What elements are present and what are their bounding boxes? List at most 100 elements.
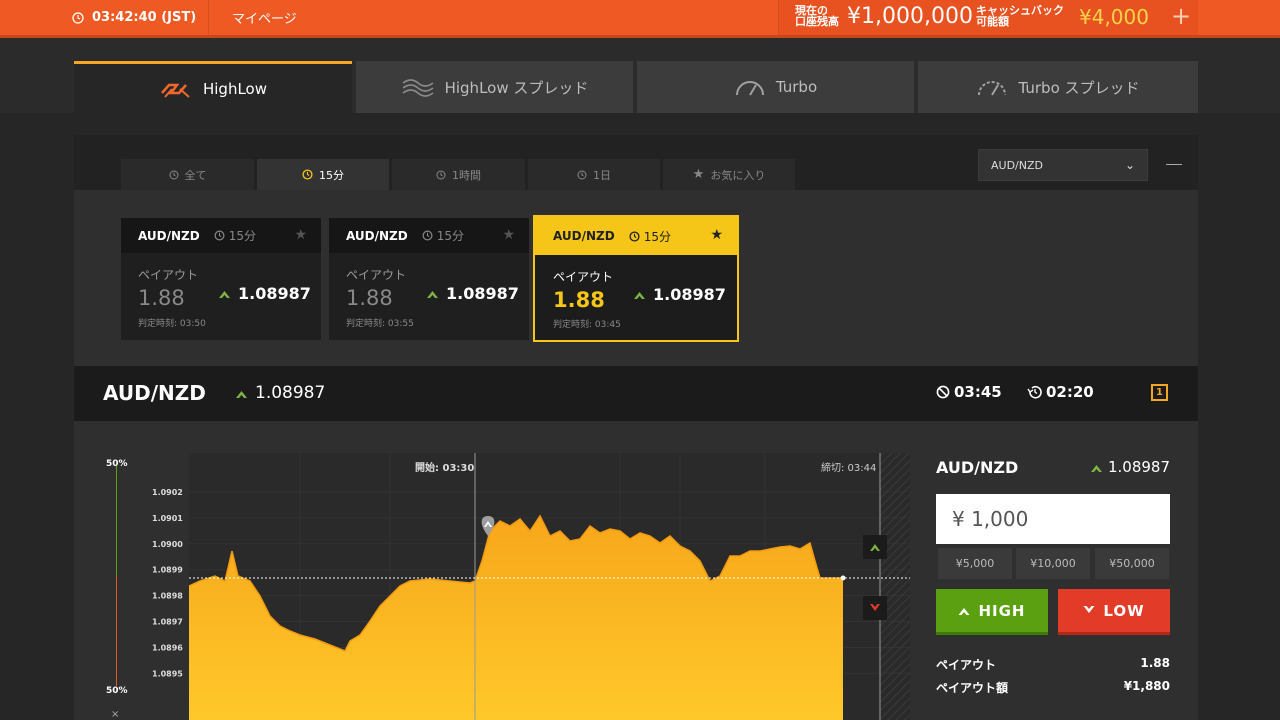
close-sentiment-icon: × xyxy=(111,709,119,720)
filter-tab-favorites[interactable]: ★ お気に入り xyxy=(663,159,795,190)
card-expiry: 判定時刻: 03:55 xyxy=(346,319,414,329)
quick-amount-10000[interactable]: ¥10,000 xyxy=(1016,548,1090,579)
filter-tab-label: 15分 xyxy=(319,168,344,182)
trade-rate: 1.08987 xyxy=(1090,458,1170,476)
up-arrow-icon xyxy=(634,292,645,299)
payout-amount-label: ペイアウト額 xyxy=(936,681,1009,695)
high-button[interactable]: HIGH xyxy=(936,589,1048,635)
current-price-dot xyxy=(840,575,846,581)
trade-pair: AUD/NZD xyxy=(936,458,1019,477)
clock-icon xyxy=(422,230,433,241)
mypage-link[interactable]: マイページ xyxy=(232,0,297,35)
clock-icon xyxy=(72,11,84,24)
investment-amount-input[interactable]: ¥ 1,000 xyxy=(936,494,1170,544)
sentiment-up-bar xyxy=(116,466,117,576)
up-arrow-icon xyxy=(1090,464,1102,472)
chevron-down-icon: ⌄ xyxy=(1124,158,1135,172)
top-bar: 03:42:40 (JST) マイページ 現在の 口座残高 ¥1,000,000 … xyxy=(0,0,1280,38)
card-expiry: 判定時刻: 03:50 xyxy=(138,319,206,329)
pair-rate: 1.08987 xyxy=(236,383,325,403)
asset-select-value: AUD/NZD xyxy=(991,158,1043,172)
clock-icon xyxy=(629,230,640,242)
account-balance-box: 現在の 口座残高 ¥1,000,000 キャッシュバック 可能額 ¥4,000 + xyxy=(778,0,1198,35)
selected-pair-bar: AUD/NZD 1.08987 03:45 02:20 1 xyxy=(74,366,1198,421)
time-remaining: 02:20 xyxy=(1027,383,1094,401)
speedometer-icon xyxy=(735,81,764,96)
tab-highlow[interactable]: HighLow xyxy=(74,61,352,113)
cashback-label: キャッシュバック 可能額 xyxy=(976,4,1064,28)
favorite-star-icon[interactable]: ★ xyxy=(502,227,515,243)
countdown-icon xyxy=(1027,385,1042,399)
y-tick-label: 1.0895 xyxy=(152,669,183,678)
favorite-star-icon[interactable]: ★ xyxy=(710,227,723,243)
tab-label: HighLow スプレッド xyxy=(444,78,589,97)
sentiment-top-label: 50% xyxy=(106,459,128,469)
asset-card[interactable]: AUD/NZD 15分 ★ ペイアウト 1.88 1.08987 判定時刻: 0… xyxy=(121,218,321,340)
asset-card[interactable]: AUD/NZD 15分 ★ ペイアウト 1.88 1.08987 判定時刻: 0… xyxy=(329,218,529,340)
tab-highlow-spread[interactable]: HighLow スプレッド xyxy=(356,61,633,113)
filter-tab-all[interactable]: 全て xyxy=(121,159,254,190)
clock-text: 03:42:40 (JST) xyxy=(92,10,197,25)
filter-tab-15min[interactable]: 15分 xyxy=(257,159,389,190)
clock-icon xyxy=(214,230,225,241)
tab-turbo-spread[interactable]: Turbo スプレッド xyxy=(918,61,1198,113)
tab-label: Turbo スプレッド xyxy=(1018,78,1140,97)
tab-label: HighLow xyxy=(202,79,267,98)
up-arrow-icon xyxy=(958,608,970,615)
card-payout: 1.88 xyxy=(553,288,605,312)
asset-card-selected[interactable]: AUD/NZD 15分 ★ ペイアウト 1.88 1.08987 判定時刻: 0… xyxy=(533,215,739,342)
quick-amount-50000[interactable]: ¥50,000 xyxy=(1095,548,1169,579)
low-button[interactable]: LOW xyxy=(1058,589,1170,635)
filter-tab-1hour[interactable]: 1時間 xyxy=(392,159,525,190)
filter-tab-label: 全て xyxy=(184,168,207,182)
y-tick-label: 1.0896 xyxy=(152,643,183,652)
cashback-value: ¥4,000 xyxy=(1079,5,1149,29)
card-rate: 1.08987 xyxy=(427,284,519,303)
y-axis-labels: 1.0902 1.0901 1.0900 1.0899 1.0898 1.0897 1.08… xyxy=(152,488,183,678)
clock-icon xyxy=(436,170,446,179)
quick-amount-5000[interactable]: ¥5,000 xyxy=(938,548,1012,579)
card-payout: 1.88 xyxy=(138,286,185,310)
card-pair: AUD/NZD xyxy=(553,229,615,243)
up-arrow-icon xyxy=(427,291,438,298)
payout-label: ペイアウト xyxy=(936,658,997,672)
no-entry-icon xyxy=(936,385,950,399)
card-rate: 1.08987 xyxy=(634,285,726,304)
y-tick-label: 1.0898 xyxy=(152,592,183,601)
card-header: AUD/NZD 15分 ★ xyxy=(121,218,321,253)
card-payout-label: ペイアウト xyxy=(346,268,407,282)
y-tick-label: 1.0899 xyxy=(152,566,183,575)
closed-zone xyxy=(880,453,910,720)
y-tick-label: 1.0901 xyxy=(152,514,183,523)
tab-turbo[interactable]: Turbo xyxy=(637,61,914,113)
clock-icon xyxy=(302,169,313,180)
payout-row: ペイアウト 1.88 xyxy=(936,656,1170,673)
up-arrow-icon xyxy=(236,390,247,398)
card-duration: 15分 xyxy=(214,227,256,244)
expiry-time: 03:45 xyxy=(936,383,1002,401)
filter-tab-label: 1日 xyxy=(593,168,611,182)
one-click-trade-icon[interactable]: 1 xyxy=(1151,384,1168,401)
sentiment-down-bar xyxy=(116,576,117,686)
tab-label: Turbo xyxy=(775,78,818,96)
balance-label: 現在の 口座残高 xyxy=(795,4,839,28)
close-label: 締切: 03:44 xyxy=(821,461,876,474)
up-arrow-icon xyxy=(219,291,230,298)
card-expiry: 判定時刻: 03:45 xyxy=(553,320,621,330)
start-label: 開始: 03:30 xyxy=(415,461,474,474)
clock-icon xyxy=(169,170,178,179)
filter-tab-label: 1時間 xyxy=(452,168,481,182)
payout-amount-row: ペイアウト額 ¥1,880 xyxy=(936,679,1170,696)
minimize-icon[interactable] xyxy=(1166,164,1182,165)
filter-tab-1day[interactable]: 1日 xyxy=(528,159,660,190)
card-header: AUD/NZD 15分 ★ xyxy=(535,217,737,255)
card-pair: AUD/NZD xyxy=(138,228,200,243)
card-header: AUD/NZD 15分 ★ xyxy=(329,218,529,253)
sentiment-bottom-label: 50% xyxy=(106,686,128,696)
add-funds-button[interactable]: + xyxy=(1171,2,1191,30)
y-tick-label: 1.0897 xyxy=(152,618,183,627)
favorite-star-icon[interactable]: ★ xyxy=(294,227,307,243)
card-pair: AUD/NZD xyxy=(346,228,408,243)
divider xyxy=(208,0,209,35)
asset-select-dropdown[interactable]: AUD/NZD ⌄ xyxy=(978,149,1148,181)
